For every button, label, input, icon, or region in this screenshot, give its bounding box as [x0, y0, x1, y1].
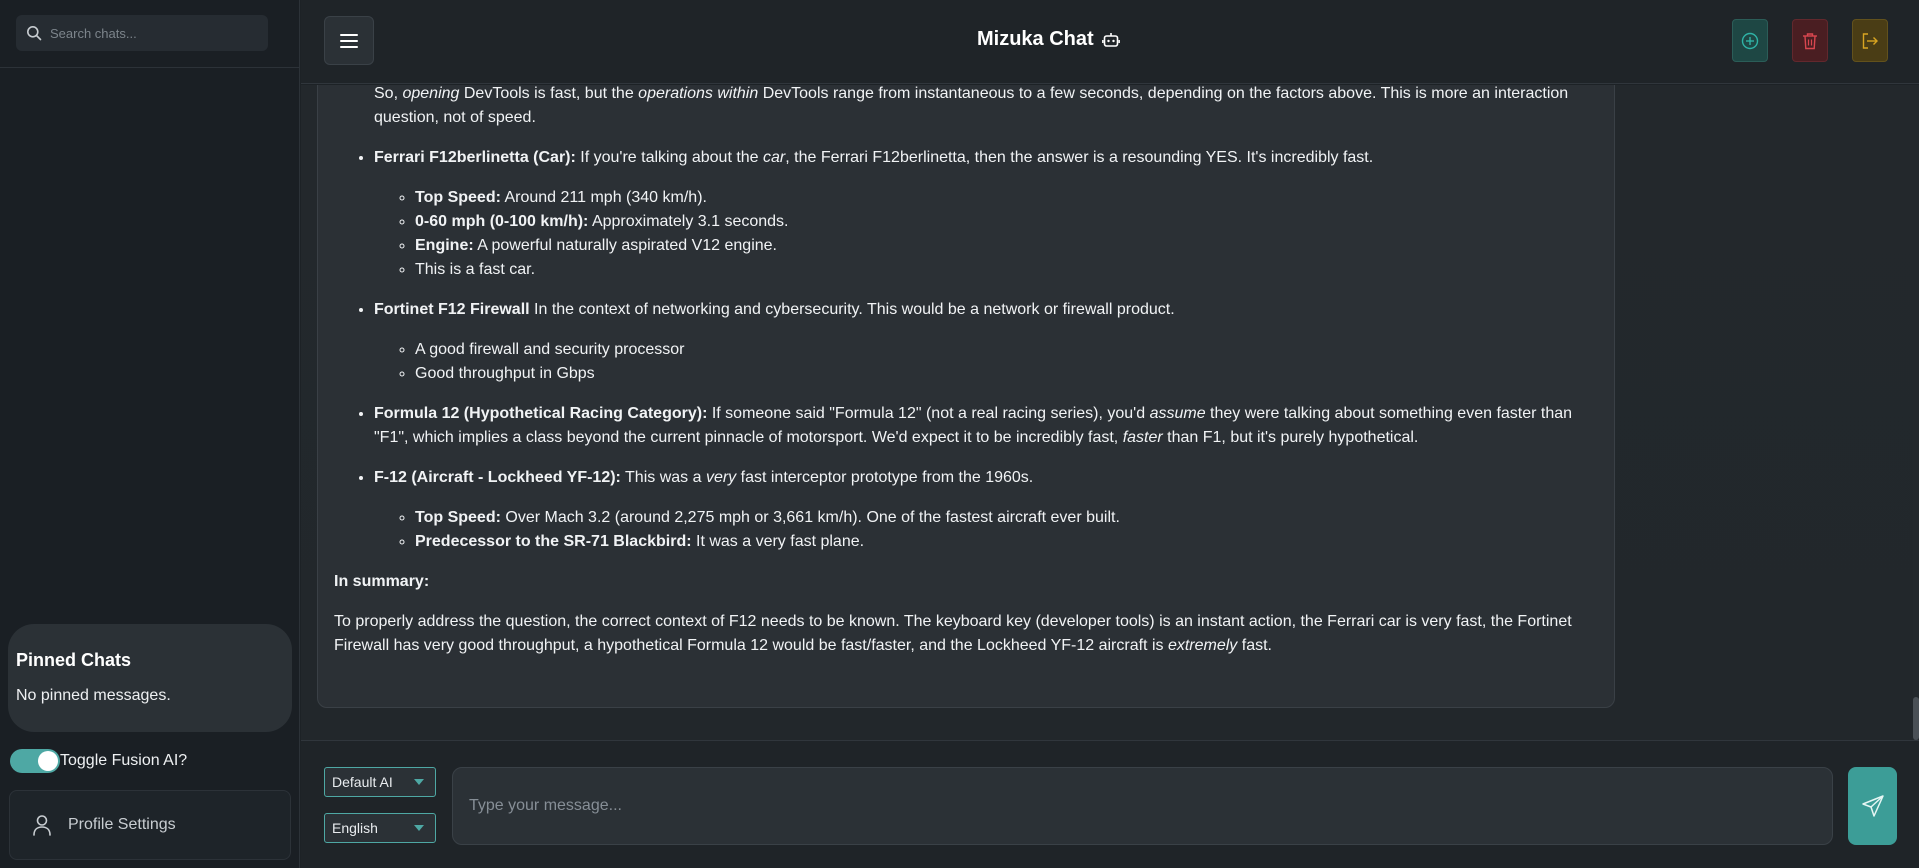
ai-message-bubble: So, opening DevTools is fast, but the op…: [317, 85, 1615, 708]
send-icon: [1861, 795, 1884, 817]
sidebar-divider: [0, 67, 300, 68]
chevron-down-icon: [414, 779, 424, 785]
menu-button[interactable]: [324, 16, 374, 65]
user-icon: [33, 815, 51, 836]
list-item: Top Speed: Around 211 mph (340 km/h).: [415, 186, 1595, 210]
robot-icon: [1101, 32, 1120, 47]
fusion-toggle-row: Toggle Fusion AI?: [10, 749, 187, 773]
ferrari-list: Ferrari F12berlinetta (Car): If you're t…: [374, 146, 1604, 170]
list-item: Engine: A powerful naturally aspirated V…: [415, 234, 1595, 258]
aircraft-sublist: Top Speed: Over Mach 3.2 (around 2,275 m…: [415, 506, 1595, 554]
send-button[interactable]: [1848, 767, 1897, 845]
model-select-value: Default AI: [332, 774, 393, 790]
list-item: F-12 (Aircraft - Lockheed YF-12): This w…: [374, 466, 1604, 490]
toggle-knob: [38, 751, 58, 771]
profile-settings-button[interactable]: Profile Settings: [9, 790, 291, 860]
logout-icon: [1862, 32, 1878, 49]
message-input[interactable]: [452, 767, 1833, 845]
chat-header: Mizuka Chat: [301, 0, 1919, 84]
fusion-ai-label: Toggle Fusion AI?: [60, 752, 188, 769]
delete-chat-button[interactable]: [1792, 19, 1828, 62]
intro-paragraph: So, opening DevTools is fast, but the op…: [374, 85, 1569, 126]
language-select-value: English: [332, 820, 378, 836]
sidebar: Pinned Chats No pinned messages. Toggle …: [0, 0, 300, 868]
formula-list: Formula 12 (Hypothetical Racing Category…: [374, 402, 1604, 450]
list-item: Formula 12 (Hypothetical Racing Category…: [374, 402, 1604, 450]
pinned-chats-panel: Pinned Chats No pinned messages.: [8, 624, 292, 732]
summary-paragraph: To properly address the question, the co…: [334, 613, 1572, 654]
app-title: Mizuka Chat: [977, 28, 1120, 51]
list-item: Top Speed: Over Mach 3.2 (around 2,275 m…: [415, 506, 1595, 530]
trash-icon: [1803, 32, 1817, 49]
fusion-ai-toggle[interactable]: [10, 749, 60, 773]
logout-button[interactable]: [1852, 19, 1888, 62]
plus-circle-icon: [1741, 32, 1759, 49]
model-select[interactable]: Default AI: [324, 767, 436, 797]
pinned-empty-message: No pinned messages.: [16, 687, 171, 704]
search-box[interactable]: [16, 15, 268, 51]
list-item: Ferrari F12berlinetta (Car): If you're t…: [374, 146, 1604, 170]
scroll-thumb[interactable]: [1913, 697, 1919, 740]
chat-messages-area[interactable]: So, opening DevTools is fast, but the op…: [301, 85, 1919, 740]
list-item: A good firewall and security processor: [415, 338, 1595, 362]
hamburger-menu-icon: [340, 33, 358, 48]
search-icon: [27, 26, 42, 41]
search-input[interactable]: [50, 25, 250, 41]
fortinet-list: Fortinet F12 Firewall In the context of …: [374, 298, 1604, 322]
chevron-down-icon: [414, 825, 424, 831]
list-item: Good throughput in Gbps: [415, 362, 1595, 386]
list-item: 0-60 mph (0-100 km/h): Approximately 3.1…: [415, 210, 1595, 234]
profile-settings-label: Profile Settings: [68, 816, 176, 833]
new-chat-button[interactable]: [1732, 19, 1768, 62]
chat-input-bar: Default AI English: [301, 740, 1919, 868]
fortinet-sublist: A good firewall and security processor G…: [415, 338, 1595, 386]
language-select[interactable]: English: [324, 813, 436, 843]
ferrari-sublist: Top Speed: Around 211 mph (340 km/h). 0-…: [415, 186, 1595, 282]
list-item: This is a fast car.: [415, 258, 1595, 282]
aircraft-list: F-12 (Aircraft - Lockheed YF-12): This w…: [374, 466, 1604, 490]
app-title-text: Mizuka Chat: [977, 28, 1094, 50]
pinned-chats-title: Pinned Chats: [16, 650, 132, 670]
summary-heading: In summary:: [334, 573, 430, 590]
list-item: Predecessor to the SR-71 Blackbird: It w…: [415, 530, 1595, 554]
chat-scrollbar[interactable]: [1913, 85, 1919, 740]
list-item: Fortinet F12 Firewall In the context of …: [374, 298, 1604, 322]
